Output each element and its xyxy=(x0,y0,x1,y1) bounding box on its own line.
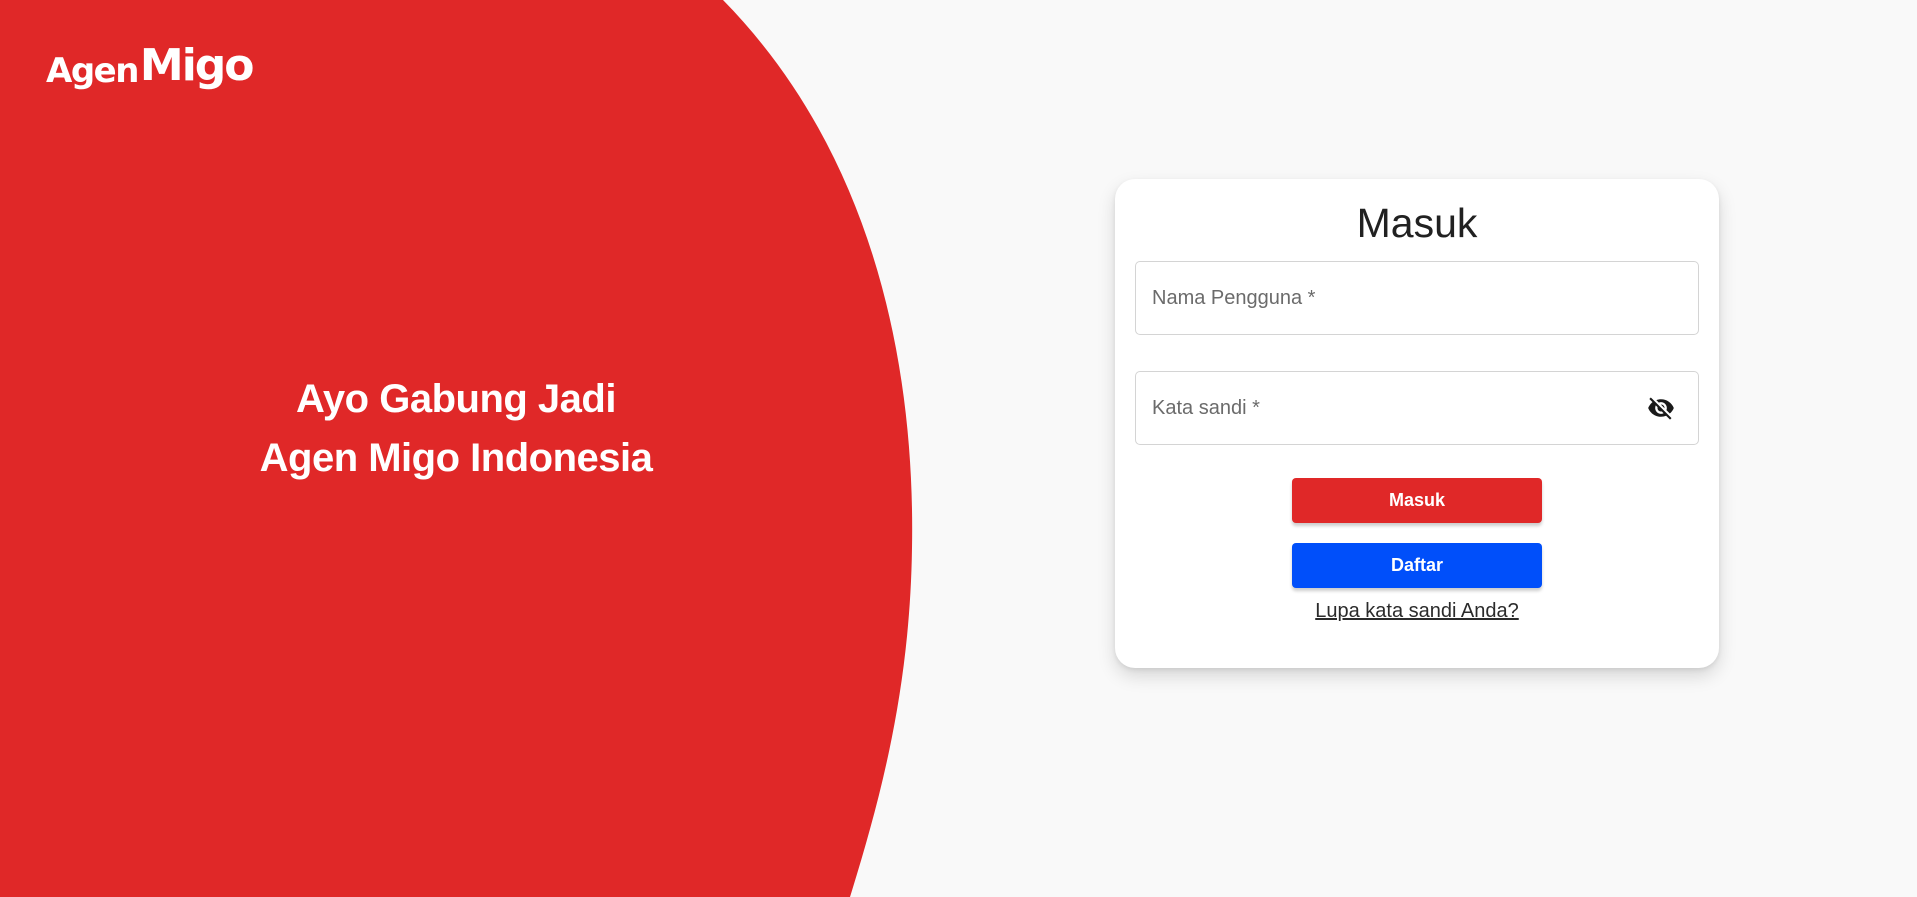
hero-tagline-line-1: Ayo Gabung Jadi xyxy=(296,377,616,421)
login-button[interactable]: Masuk xyxy=(1292,478,1542,523)
hero-tagline: Ayo Gabung Jadi Agen Migo Indonesia xyxy=(156,370,756,488)
hero-tagline-line-2: Agen Migo Indonesia xyxy=(259,436,653,480)
register-button[interactable]: Daftar xyxy=(1292,543,1542,588)
forgot-password-link[interactable]: Lupa kata sandi Anda? xyxy=(1115,600,1719,623)
password-field xyxy=(1135,371,1699,445)
username-input[interactable] xyxy=(1136,262,1698,334)
logo-text-migo: Migo xyxy=(139,40,255,91)
login-card: Masuk Masuk Daftar Lupa kata sandi Anda? xyxy=(1115,179,1719,668)
eye-off-icon[interactable] xyxy=(1644,391,1678,425)
username-field xyxy=(1135,261,1699,335)
brand-logo: Agen Migo xyxy=(46,40,255,91)
password-input[interactable] xyxy=(1136,372,1698,444)
login-title: Masuk xyxy=(1356,200,1478,246)
logo-text-agen: Agen xyxy=(46,51,139,91)
